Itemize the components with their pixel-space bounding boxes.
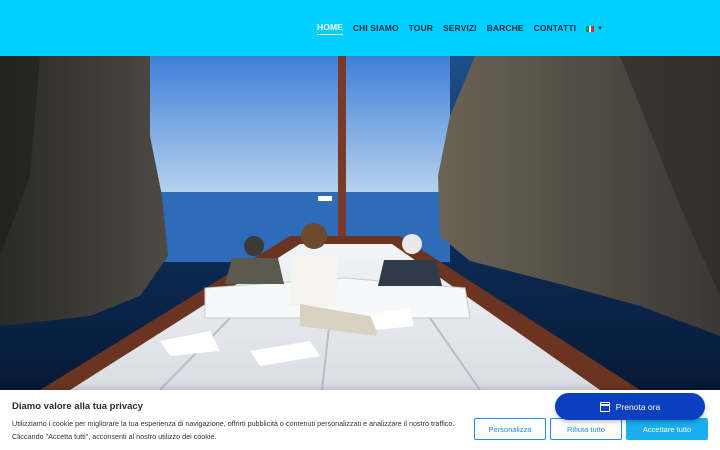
hero-image bbox=[0, 56, 720, 390]
site-header: HOME CHI SIAMO TOUR SERVIZI BARCHE CONTA… bbox=[0, 0, 720, 56]
language-selector[interactable]: ▼ bbox=[586, 25, 604, 32]
cookie-text: Utilizziamo i cookie per migliorare la t… bbox=[12, 419, 455, 441]
main-nav: HOME CHI SIAMO TOUR SERVIZI BARCHE CONTA… bbox=[317, 22, 603, 35]
nav-item-barche[interactable]: BARCHE bbox=[487, 23, 524, 35]
nav-item-home[interactable]: HOME bbox=[317, 22, 343, 35]
nav-item-contatti[interactable]: CONTATTI bbox=[534, 23, 577, 35]
reject-all-button[interactable]: Rifiuta tutto bbox=[550, 418, 622, 440]
italian-flag-icon bbox=[586, 25, 595, 32]
cookie-title: Diamo valore alla tua privacy bbox=[12, 401, 143, 412]
nav-item-tour[interactable]: TOUR bbox=[409, 23, 433, 35]
calendar-icon bbox=[599, 401, 610, 412]
customize-button[interactable]: Personalizza bbox=[474, 418, 546, 440]
nav-item-servizi[interactable]: SERVIZI bbox=[443, 23, 477, 35]
boat-in-sea-cave-photo bbox=[0, 56, 720, 390]
book-now-button[interactable]: Prenota ora bbox=[555, 393, 705, 420]
nav-item-chi-siamo[interactable]: CHI SIAMO bbox=[353, 23, 399, 35]
chevron-down-icon: ▼ bbox=[597, 25, 604, 32]
book-now-label: Prenota ora bbox=[615, 401, 661, 412]
accept-all-button[interactable]: Accettare tutto bbox=[626, 418, 708, 440]
